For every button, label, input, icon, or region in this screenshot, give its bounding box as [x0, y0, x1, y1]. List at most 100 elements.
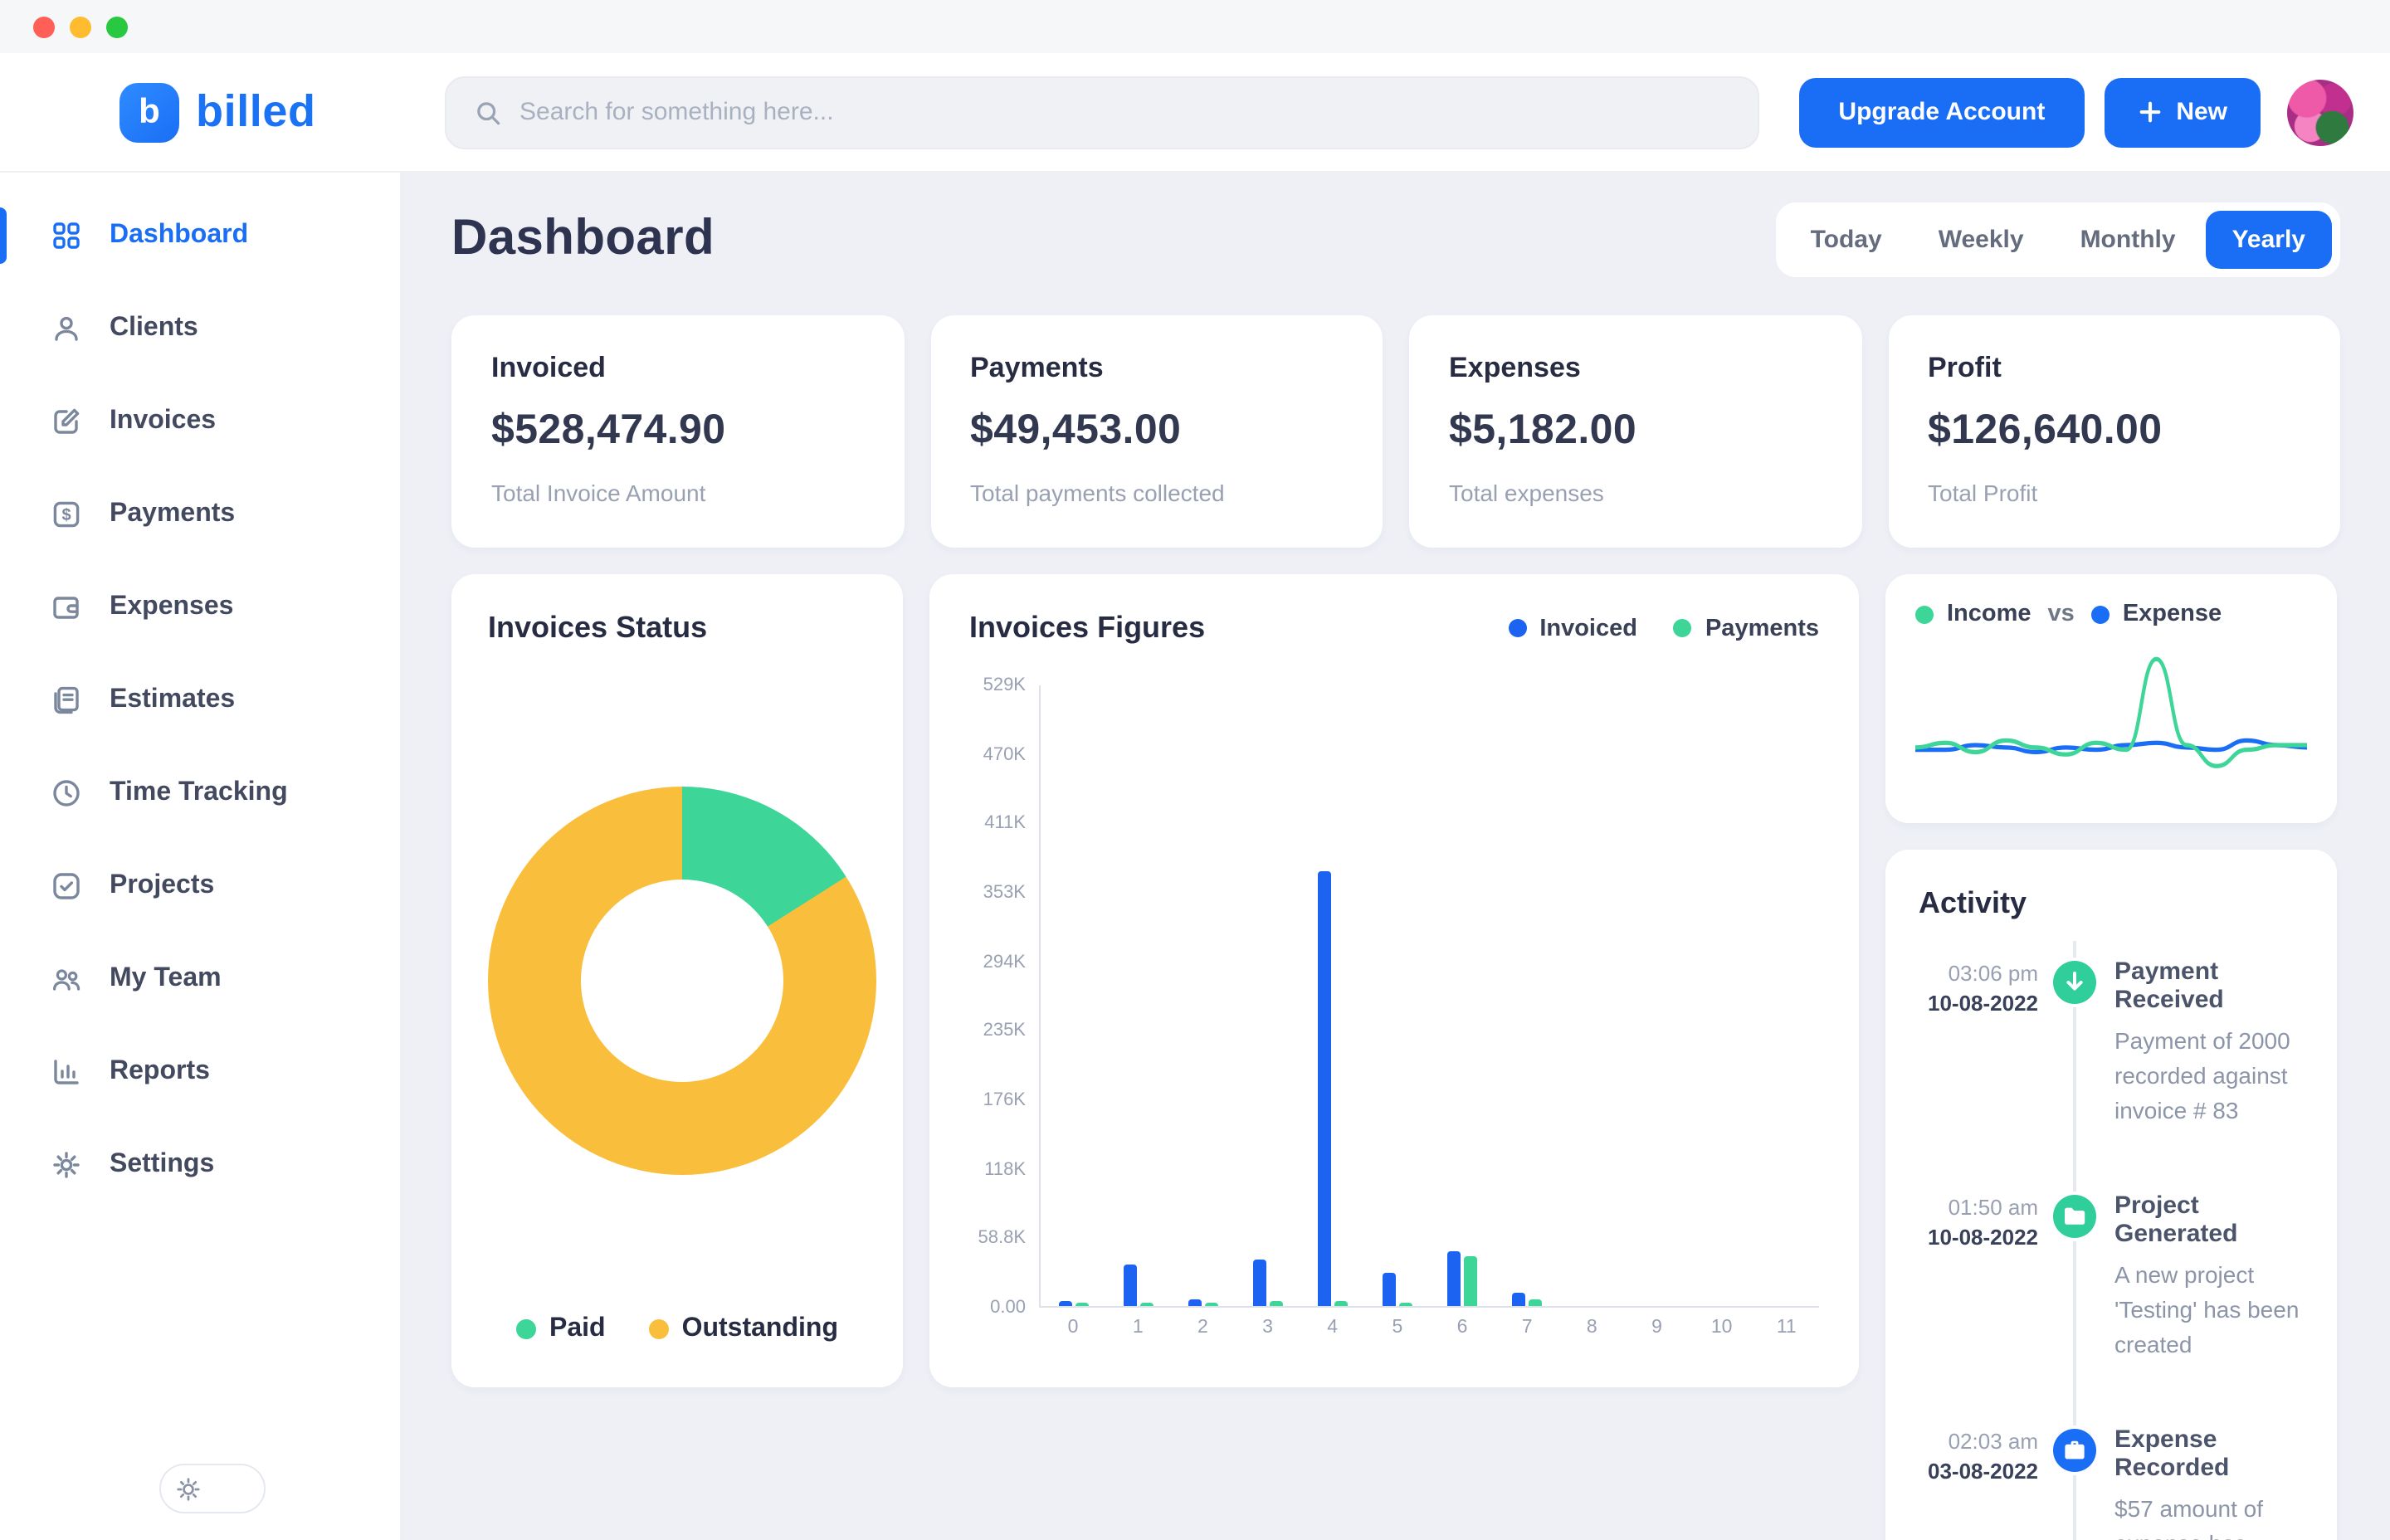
check-square-icon [50, 870, 83, 903]
invoices-status-donut-chart [488, 786, 876, 1174]
income-legend-label: Income [1947, 601, 2032, 627]
right-column: Income vs Expense Activity 03:06 [1885, 574, 2337, 1540]
income-legend-dot [1915, 605, 1934, 623]
tab-today[interactable]: Today [1784, 210, 1909, 268]
activity-card: Activity 03:06 pm 10-08-2022 [1885, 850, 2337, 1540]
tab-yearly[interactable]: Yearly [2206, 210, 2332, 268]
sidebar-item-time-tracking[interactable]: Time Tracking [0, 747, 400, 840]
sidebar-item-label: Clients [110, 314, 198, 344]
paid-legend-label: Paid [549, 1314, 606, 1344]
sidebar-item-label: My Team [110, 964, 222, 994]
brand-icon: b [120, 82, 179, 142]
sidebar-item-payments[interactable]: $ Payments [0, 468, 400, 561]
activity-item-description: A new project 'Testing' has been created [2114, 1258, 2304, 1362]
x-tick-label: 9 [1624, 1318, 1689, 1338]
document-stack-icon [50, 684, 83, 717]
legend-invoiced: Invoiced [1508, 615, 1637, 641]
activity-body: Payment Received Payment of 2000 recorde… [2111, 958, 2304, 1128]
y-axis-labels: 529K470K411K353K294K235K176K118K58.8K0.0… [969, 675, 1039, 1318]
bar-group: 0 [1041, 685, 1105, 1306]
stat-card-payments: Payments $49,453.00 Total payments colle… [930, 315, 1383, 548]
y-tick-label: 353K [983, 883, 1026, 903]
invoiced-bar [1318, 872, 1331, 1306]
invoices-figures-bar-chart: 01234567891011 [1039, 685, 1819, 1308]
activity-time: 03:06 pm 10-08-2022 [1919, 958, 2038, 1128]
minimize-window-button[interactable] [70, 16, 91, 37]
sidebar-item-label: Reports [110, 1057, 210, 1087]
arrow-down-circle-icon [2053, 961, 2096, 1004]
user-avatar[interactable] [2287, 79, 2353, 145]
invoices-status-title: Invoices Status [488, 611, 866, 646]
bar-group: 8 [1559, 685, 1624, 1306]
sidebar-item-invoices[interactable]: Invoices [0, 375, 400, 468]
stat-caption: Total expenses [1449, 480, 1822, 506]
stat-caption: Total payments collected [970, 480, 1343, 506]
stat-card-profit: Profit $126,640.00 Total Profit [1888, 315, 2340, 548]
stat-title: Expenses [1449, 352, 1822, 385]
income-expense-legend: Income vs Expense [1915, 601, 2307, 627]
stat-value: $5,182.00 [1449, 407, 1822, 455]
invoiced-bar [1188, 1300, 1201, 1306]
activity-item-payment-received: 03:06 pm 10-08-2022 Payment Received Pay… [1919, 958, 2304, 1128]
income-expense-line-chart [1915, 637, 2307, 790]
upgrade-account-button[interactable]: Upgrade Account [1798, 77, 2085, 147]
sidebar-item-projects[interactable]: Projects [0, 840, 400, 933]
new-button[interactable]: New [2105, 77, 2261, 147]
payments-bar [1529, 1300, 1542, 1306]
x-tick-label: 8 [1559, 1318, 1624, 1338]
sun-icon [174, 1474, 202, 1503]
y-tick-label: 0.00 [990, 1298, 1026, 1318]
tab-monthly[interactable]: Monthly [2054, 210, 2202, 268]
sidebar-item-my-team[interactable]: My Team [0, 933, 400, 1026]
search-bar[interactable] [445, 76, 1759, 149]
period-tabs: Today Weekly Monthly Yearly [1776, 202, 2340, 276]
x-tick-label: 10 [1690, 1318, 1754, 1338]
sidebar-item-label: Invoices [110, 407, 216, 436]
activity-date-label: 10-08-2022 [1919, 991, 2038, 1016]
search-input[interactable] [519, 98, 1731, 126]
activity-item-title: Project Generated [2114, 1192, 2304, 1248]
brand-logo[interactable]: b billed [120, 82, 402, 142]
search-icon [473, 97, 503, 127]
invoices-figures-chart-area: 529K470K411K353K294K235K176K118K58.8K0.0… [969, 685, 1819, 1351]
bar-group: 11 [1754, 685, 1819, 1306]
theme-toggle[interactable] [159, 1464, 266, 1513]
bar-group: 5 [1365, 685, 1430, 1306]
legend-paid: Paid [516, 1314, 606, 1344]
brand-name: billed [196, 86, 316, 138]
y-tick-label: 294K [983, 952, 1026, 972]
x-tick-label: 5 [1365, 1318, 1430, 1338]
zoom-window-button[interactable] [106, 16, 128, 37]
sidebar-item-dashboard[interactable]: Dashboard [0, 189, 400, 282]
sidebar-item-clients[interactable]: Clients [0, 282, 400, 375]
activity-time: 01:50 am 10-08-2022 [1919, 1192, 2038, 1362]
sidebar-item-settings[interactable]: Settings [0, 1118, 400, 1211]
folder-icon [2053, 1195, 2096, 1238]
tab-weekly[interactable]: Weekly [1912, 210, 2051, 268]
sidebar-item-label: Dashboard [110, 221, 248, 251]
income-line [1915, 659, 2307, 766]
activity-item-description: Payment of 2000 recorded against invoice… [2114, 1024, 2304, 1128]
activity-time-label: 03:06 pm [1919, 961, 2038, 986]
activity-body: Project Generated A new project 'Testing… [2111, 1192, 2304, 1362]
paid-legend-dot [516, 1319, 536, 1339]
activity-time-label: 01:50 am [1919, 1195, 2038, 1220]
bar-group: 2 [1170, 685, 1235, 1306]
donut-wrap [488, 646, 866, 1314]
close-window-button[interactable] [33, 16, 55, 37]
donut-hole [581, 879, 783, 1081]
sidebar-item-expenses[interactable]: Expenses [0, 561, 400, 654]
invoiced-bar [1512, 1292, 1525, 1306]
invoiced-bar [1058, 1301, 1071, 1306]
activity-node [2050, 958, 2100, 1007]
gear-icon [50, 1148, 83, 1182]
sidebar-item-estimates[interactable]: Estimates [0, 654, 400, 747]
sidebar-item-label: Time Tracking [110, 778, 288, 808]
invoiced-legend-dot [1508, 619, 1526, 637]
bar-group: 7 [1495, 685, 1559, 1306]
payments-bar [1075, 1303, 1088, 1306]
payments-bar [1334, 1301, 1348, 1306]
sidebar-item-reports[interactable]: Reports [0, 1026, 400, 1118]
expense-legend-label: Expense [2123, 601, 2222, 627]
window-titlebar [0, 0, 2390, 53]
